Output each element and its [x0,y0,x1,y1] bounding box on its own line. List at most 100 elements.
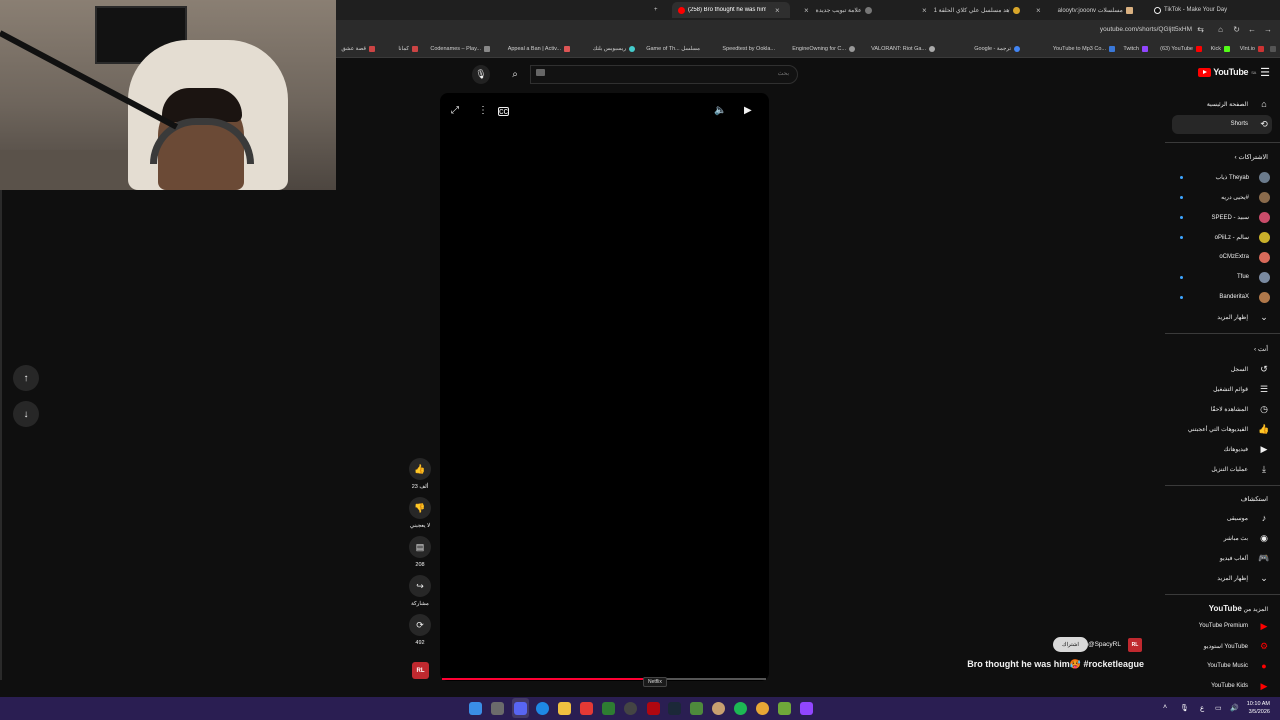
youtube-app-icon[interactable] [580,702,593,715]
sidebar-item-home[interactable]: الصفحة الرئيسية ⌂ [1207,97,1270,111]
bookmark-item[interactable]: Google - ترجمة [974,46,1020,52]
bookmark-item[interactable]: Speedtest by Ookla... [722,46,775,52]
sidebar-item-playlists[interactable]: قوائم التشغيل ☰ [1213,382,1270,396]
edge-icon[interactable] [536,702,549,715]
chrome-icon[interactable] [756,702,769,715]
sidebar-item-music-app[interactable]: YouTube Music ● [1207,659,1270,673]
sidebar-item-watch-later[interactable]: المشاهدة لاحقًا ◷ [1211,402,1270,416]
sidebar-item-gaming[interactable]: ألعاب فيديو 🎮 [1220,551,1270,565]
network-icon[interactable]: ▭ [1215,704,1222,712]
file-explorer-icon[interactable] [558,702,571,715]
bookmark-item[interactable]: YouTube to Mp3 Co... [1053,46,1115,52]
video-title[interactable]: Bro thought he was him🥵 #rocketleague [967,659,1144,670]
show-more-button[interactable]: إظهار المزيد ⌄ [1217,310,1270,324]
subscribe-button[interactable]: اشتراك [1053,637,1088,652]
voice-search-icon[interactable]: 🎙 [472,65,490,84]
bookmark-item[interactable]: ريسبوبس بلتك [593,46,635,52]
app-icon[interactable] [624,702,637,715]
subscription-item[interactable]: BanderitaX [1219,290,1270,304]
steam-icon[interactable] [668,702,681,715]
previous-short-button[interactable]: ↑ [13,365,39,391]
subscription-item[interactable]: oCMzExtra [1219,250,1270,264]
search-input[interactable]: بحث [530,65,798,84]
show-more-button[interactable]: إظهار المزيد ⌄ [1217,571,1270,585]
share-button[interactable]: ↪ [409,575,431,597]
tab-series[interactable]: × شاهد مسلسل علي كلاي الحلقة 1 [916,2,1026,18]
subscription-item[interactable]: oPiiLz - سالم [1215,230,1270,244]
bookmark-item[interactable]: Twitch [1123,46,1148,52]
sidebar-item-kids[interactable]: YouTube Kids ▶ [1211,679,1270,693]
shorts-player[interactable] [440,93,769,681]
keyboard-icon[interactable] [536,69,545,76]
discord-icon[interactable] [514,702,527,715]
channel-thumbnail[interactable]: RL [412,662,429,679]
subscription-item[interactable]: ذياب Theyab [1215,170,1270,184]
spotify-icon[interactable] [734,702,747,715]
start-icon[interactable] [469,702,482,715]
sidebar-item-music[interactable]: موسيقى ♪ [1227,511,1270,525]
close-tab-icon[interactable]: × [1036,6,1041,15]
microphone-icon[interactable]: 🎙 [1180,704,1189,712]
sidebar-item-shorts[interactable]: Shorts ⟲ [1231,117,1270,131]
menu-icon[interactable]: ☰ [1260,66,1270,79]
bookmark-item[interactable]: VALORANT: Riot Ga... [871,46,935,52]
sidebar-item-history[interactable]: السجل ↺ [1231,362,1270,376]
bookmark-item[interactable]: كمانا [398,46,418,52]
system-clock[interactable]: 10:10 AM 3/5/2026 [1247,700,1270,716]
bookmark-item[interactable]: Kick [1211,46,1230,52]
new-tab-button[interactable]: + [648,2,664,18]
reload-icon[interactable]: ↻ [1233,25,1240,34]
chevron-up-icon[interactable]: ˄ [1163,704,1167,711]
youtube-logo[interactable]: YouTube SA [1198,67,1256,77]
search-icon[interactable]: ⌕ [504,65,526,84]
like-button[interactable]: 👍 [409,458,431,480]
subscriptions-header[interactable]: ‹ الاشتراكات [1235,153,1269,161]
subscription-item[interactable]: SPEED - سبيد [1212,210,1270,224]
you-header[interactable]: ‹ أنت [1254,345,1268,353]
netflix-icon[interactable] [647,702,660,715]
fullscreen-icon[interactable]: ⤢ [451,105,459,116]
forward-icon[interactable]: ← [1248,25,1256,34]
bookmark-item[interactable]: Vlnt.io [1240,46,1264,52]
subscription-item[interactable]: يحيى دريه# [1221,190,1270,204]
volume-icon[interactable]: 🔊 [1230,704,1239,712]
game-launcher-icon[interactable] [690,702,703,715]
close-tab-icon[interactable]: × [775,6,780,15]
comments-button[interactable]: ▤ [409,536,431,558]
tab-youtube-short[interactable]: (258) Bro thought he was him × [672,2,790,18]
sidebar-item-liked[interactable]: الفيديوهات التي أعجبتني 👍 [1188,422,1270,436]
tab-tiktok[interactable]: TikTok - Make Your Day [1148,2,1248,18]
back-icon[interactable]: → [1264,25,1272,34]
tab-new-tab[interactable]: × علامة تبويب جديدة [798,2,916,18]
twitch-app-icon[interactable] [800,702,813,715]
tab-aloony[interactable]: × alooytv:jooonv مسلسلات [1030,2,1148,18]
close-tab-icon[interactable]: × [922,6,927,15]
bookmark-item[interactable] [1270,46,1276,52]
sidebar-item-downloads[interactable]: عمليات التنزيل ⤓ [1211,462,1270,476]
sidebar-item-premium[interactable]: YouTube Premium ▶ [1199,619,1270,633]
close-tab-icon[interactable]: × [804,6,809,15]
language-indicator[interactable]: ع [1200,704,1204,712]
site-settings-icon[interactable]: ⇆ [1197,25,1204,34]
sidebar-item-live[interactable]: بث مباشر ◉ [1224,531,1270,545]
minecraft-icon[interactable] [778,702,791,715]
sidebar-item-studio[interactable]: استوديو YouTube ⚙ [1204,639,1270,653]
bookmark-item[interactable]: Codenames – Play... [430,46,490,52]
volume-icon[interactable]: 🔈 [714,105,726,116]
xbox-icon[interactable] [602,702,615,715]
channel-avatar[interactable]: RL [1128,638,1142,652]
address-bar[interactable]: youtube.com/shorts/QGljtt5xHM [1100,26,1192,33]
bookmark-item[interactable]: قصة عشق [341,46,375,52]
next-short-button[interactable]: ↓ [13,401,39,427]
dislike-button[interactable]: 👎 [409,497,431,519]
bookmark-item[interactable]: EngineOwning for C... [792,46,855,52]
app-icon[interactable] [712,702,725,715]
bookmark-item[interactable]: Game of Th... مسلسل [646,46,700,52]
sidebar-item-your-videos[interactable]: فيديوهاتك ▶ [1224,442,1270,456]
task-view-icon[interactable] [491,702,504,715]
channel-handle[interactable]: @SpacyRL [1088,641,1121,648]
bookmark-item[interactable]: Appeal a Ban | Activ... [508,46,570,52]
home-icon[interactable]: ⌂ [1218,25,1223,34]
subscription-item[interactable]: Tfue [1237,270,1270,284]
play-icon[interactable]: ▶ [744,105,752,116]
